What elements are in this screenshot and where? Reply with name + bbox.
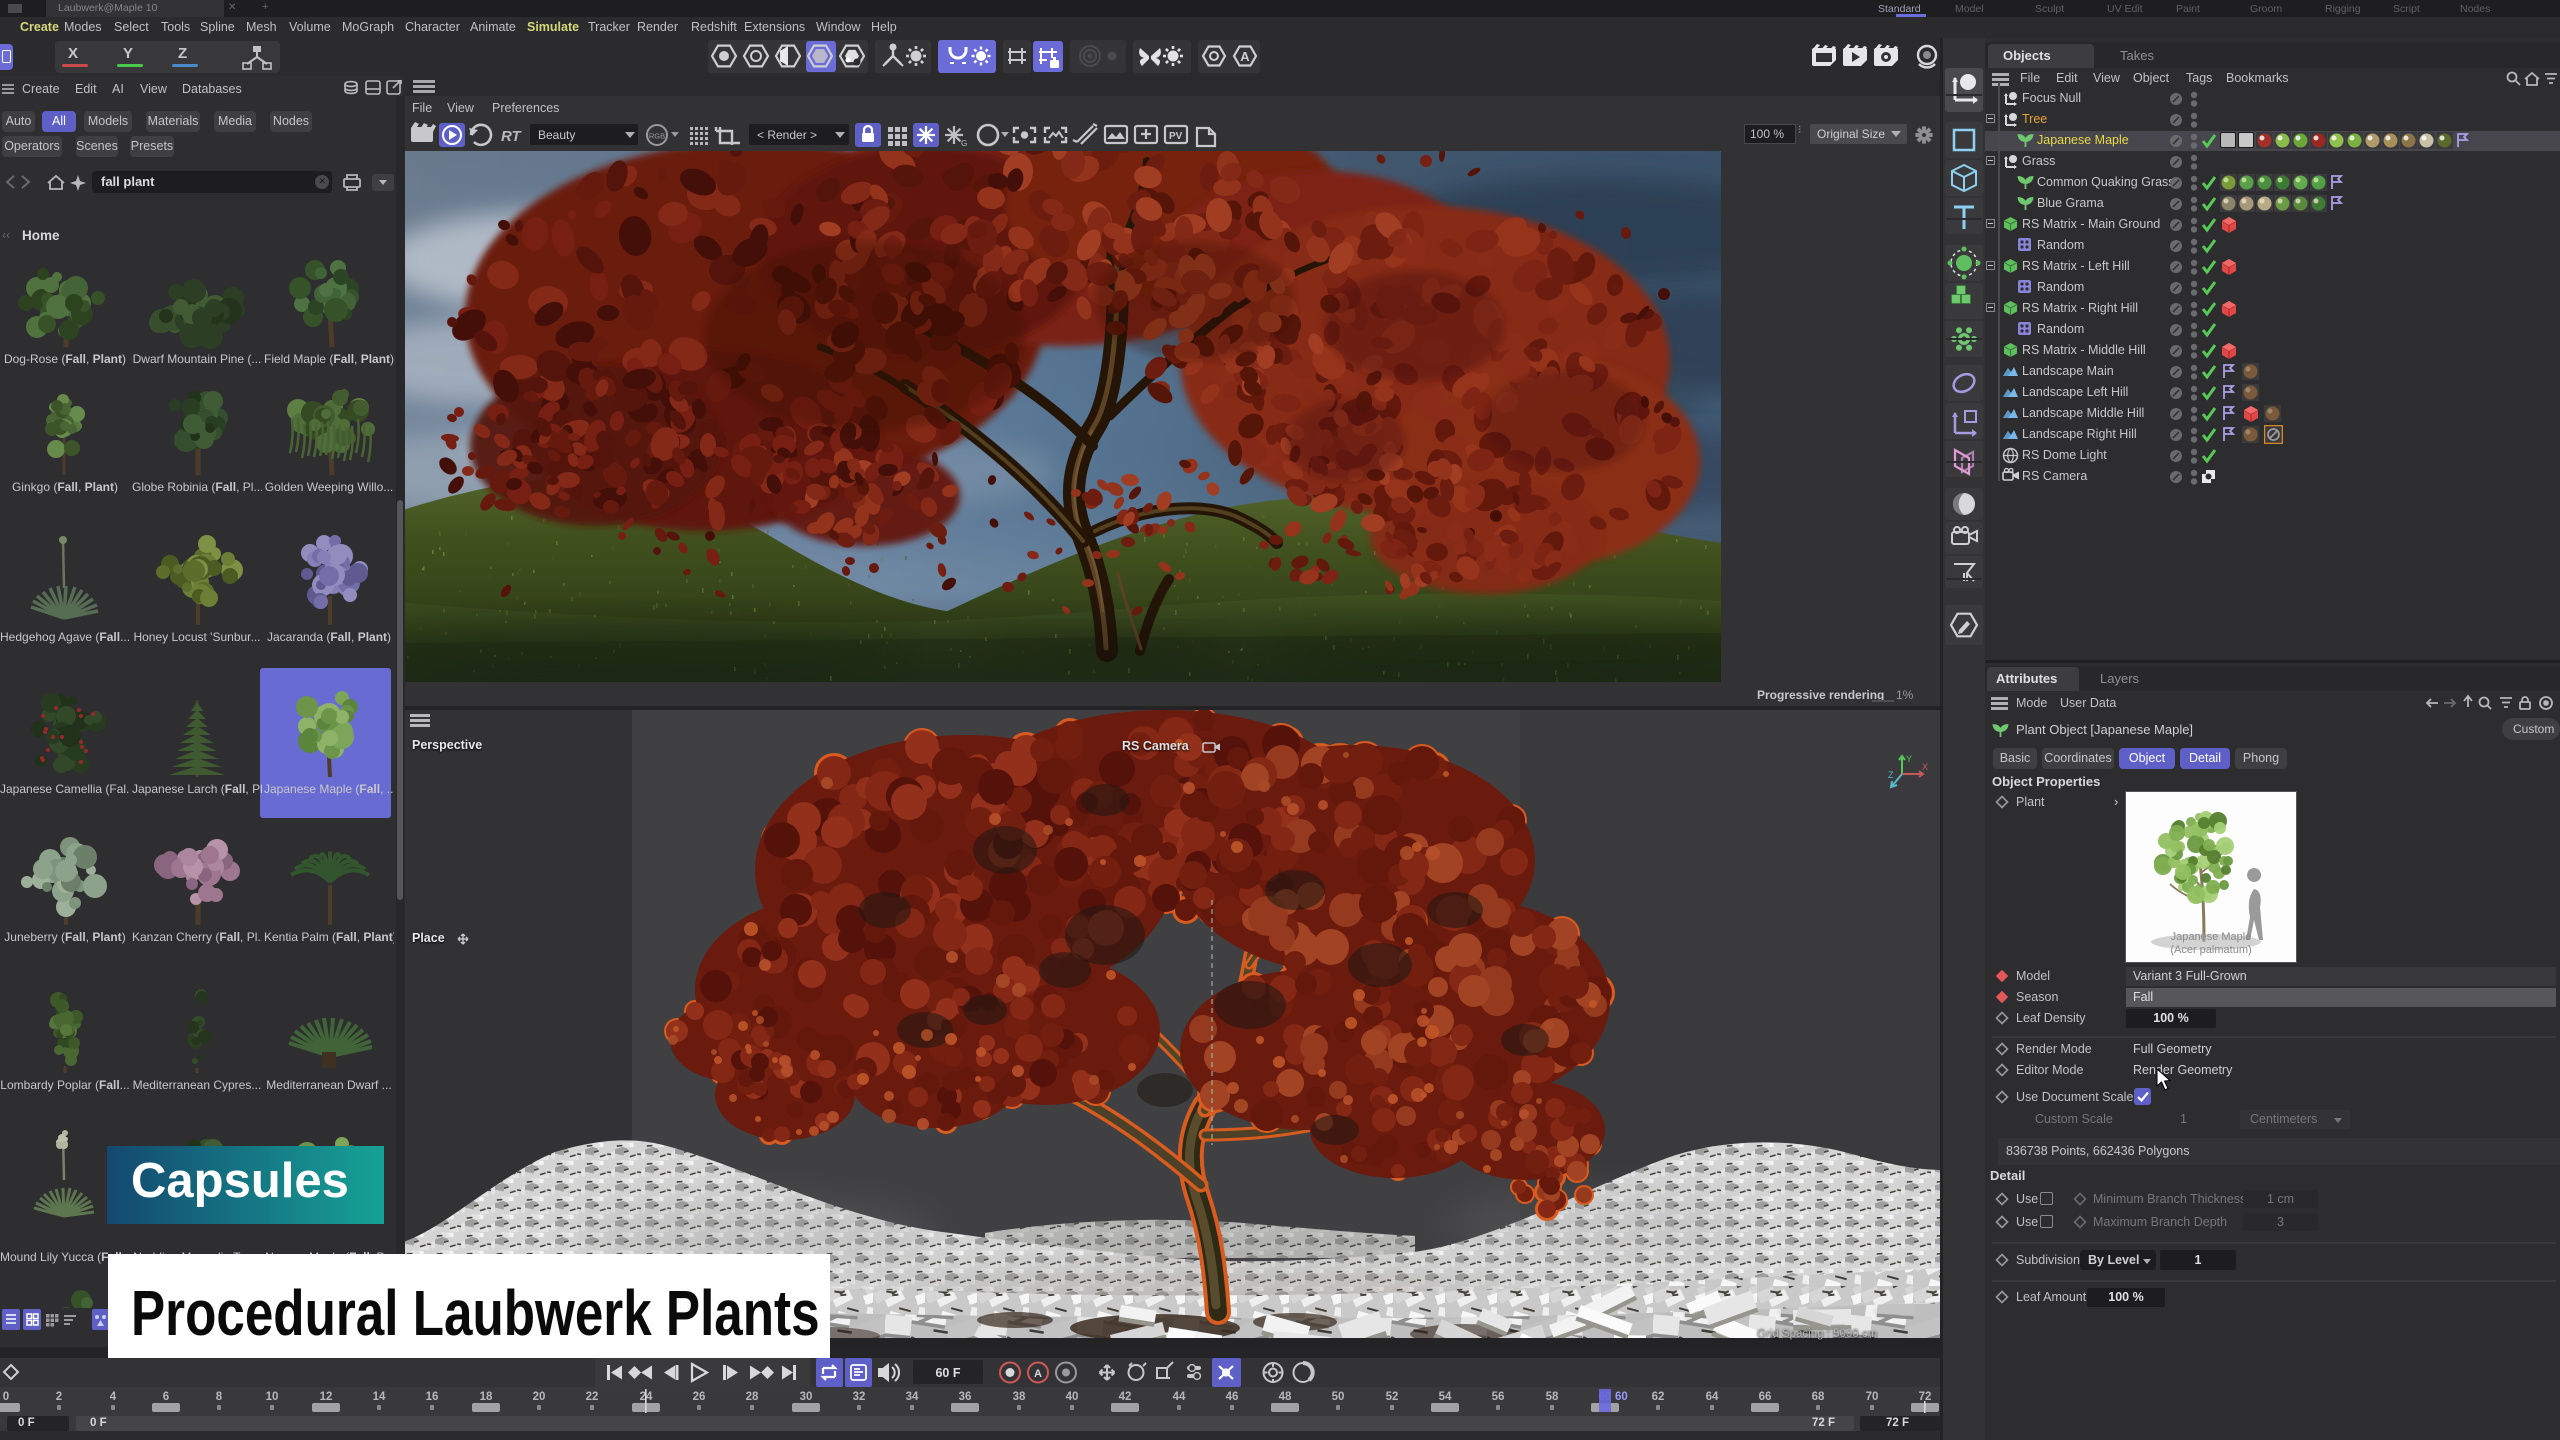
svg-text:0: 0: [3, 1391, 9, 1403]
svg-text:2: 2: [56, 1391, 62, 1403]
svg-text:A: A: [1034, 1368, 1042, 1380]
svg-text:60: 60: [1615, 1391, 1628, 1403]
svg-text:8: 8: [216, 1391, 223, 1403]
svg-text:< Render >: < Render >: [757, 128, 817, 142]
svg-text:64: 64: [1706, 1391, 1719, 1403]
svg-text:14: 14: [373, 1391, 386, 1403]
svg-text:36: 36: [959, 1391, 972, 1403]
svg-text:Z: Z: [1888, 770, 1894, 780]
svg-text:62: 62: [1652, 1391, 1665, 1403]
svg-text:58: 58: [1546, 1391, 1559, 1403]
svg-text:46: 46: [1226, 1391, 1239, 1403]
svg-text:50: 50: [1332, 1391, 1345, 1403]
svg-text:A: A: [1240, 49, 1250, 64]
svg-text:18: 18: [480, 1391, 493, 1403]
svg-text:RGB: RGB: [649, 132, 665, 141]
svg-text:44: 44: [1173, 1391, 1186, 1403]
svg-text:22: 22: [586, 1391, 599, 1403]
svg-text:52: 52: [1386, 1391, 1399, 1403]
svg-text:RT: RT: [501, 128, 523, 145]
svg-text:30: 30: [800, 1391, 813, 1403]
svg-text:6: 6: [163, 1391, 169, 1403]
svg-text:56: 56: [1492, 1391, 1505, 1403]
svg-text:PV: PV: [1169, 131, 1183, 142]
svg-text:10: 10: [266, 1391, 279, 1403]
svg-text:34: 34: [906, 1391, 919, 1403]
svg-text:12: 12: [320, 1391, 333, 1403]
svg-text:68: 68: [1812, 1391, 1825, 1403]
svg-text:G: G: [961, 139, 967, 148]
svg-text:48: 48: [1279, 1391, 1292, 1403]
svg-text:X: X: [1922, 762, 1928, 772]
svg-text:28: 28: [746, 1391, 759, 1403]
svg-text:54: 54: [1439, 1391, 1452, 1403]
svg-text:(Acer palmatum): (Acer palmatum): [2170, 944, 2251, 956]
svg-text:38: 38: [1013, 1391, 1026, 1403]
svg-text:26: 26: [693, 1391, 706, 1403]
svg-text:70: 70: [1866, 1391, 1879, 1403]
svg-text:20: 20: [533, 1391, 546, 1403]
svg-text:Beauty: Beauty: [538, 128, 575, 142]
svg-text:Japanese Maple: Japanese Maple: [2171, 931, 2252, 943]
svg-text:66: 66: [1759, 1391, 1772, 1403]
svg-text:32: 32: [853, 1391, 866, 1403]
svg-text:42: 42: [1119, 1391, 1132, 1403]
svg-text:60 F: 60 F: [935, 1366, 960, 1380]
svg-text:4: 4: [110, 1391, 117, 1403]
svg-text:16: 16: [426, 1391, 439, 1403]
svg-text:Y: Y: [1906, 754, 1912, 764]
svg-text:40: 40: [1066, 1391, 1079, 1403]
